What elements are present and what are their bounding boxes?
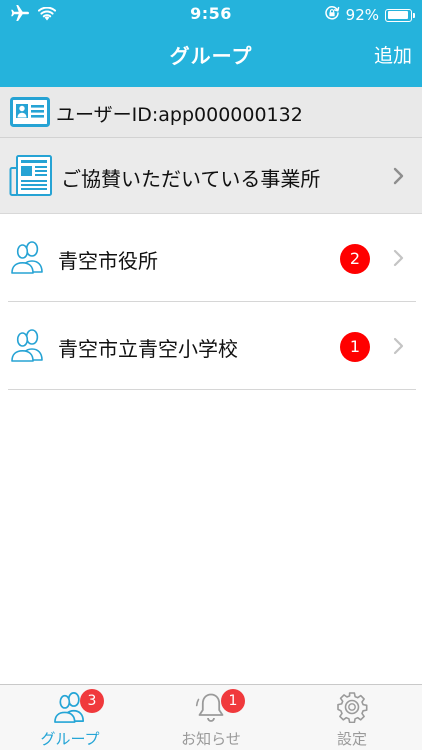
tab-label: 設定 xyxy=(336,730,367,748)
page-title: グループ xyxy=(169,44,253,68)
unread-badge: 2 xyxy=(340,244,370,274)
group-name: 青空市立青空小学校 xyxy=(58,337,238,361)
gear-icon xyxy=(336,691,368,727)
sponsor-row[interactable]: ご協賛いただいている事業所 xyxy=(0,138,422,214)
add-group-button[interactable]: 追加 xyxy=(374,41,412,68)
chevron-right-icon xyxy=(393,167,404,185)
chevron-right-icon xyxy=(393,337,404,355)
group-people-icon xyxy=(10,328,46,366)
chevron-right-icon xyxy=(393,249,404,267)
header: 9:56 92% グループ 追加 xyxy=(0,0,422,87)
sponsor-label: ご協賛いただいている事業所 xyxy=(61,167,321,191)
tab-notifications[interactable]: 1 お知らせ xyxy=(141,685,281,750)
tab-settings[interactable]: 設定 xyxy=(282,685,422,750)
unread-badge: 1 xyxy=(340,332,370,362)
user-id-label: ユーザーID:app000000132 xyxy=(56,104,303,126)
tab-bar: 3 グループ 1 お知らせ 設定 xyxy=(0,684,422,750)
battery-level xyxy=(387,11,408,19)
tab-group[interactable]: 3 グループ xyxy=(0,685,140,750)
orientation-lock-icon xyxy=(324,5,340,25)
battery-percent: 92% xyxy=(345,6,379,24)
tab-badge: 1 xyxy=(221,689,245,713)
tab-badge: 3 xyxy=(80,689,104,713)
id-card-icon xyxy=(10,97,50,131)
user-id-bar: ユーザーID:app000000132 xyxy=(0,87,422,138)
tab-label: グループ xyxy=(40,730,100,748)
battery-icon xyxy=(385,8,415,22)
status-bar: 9:56 92% xyxy=(0,0,422,30)
group-row[interactable]: 青空市立青空小学校 1 xyxy=(0,302,422,390)
tab-label: お知らせ xyxy=(181,730,241,748)
app-screen: 9:56 92% グループ 追加 ユーザーID:app000000132 ご協賛… xyxy=(0,0,422,750)
row-divider xyxy=(8,389,416,390)
newspaper-icon xyxy=(9,154,53,202)
group-people-icon xyxy=(10,240,46,278)
status-right: 92% xyxy=(324,5,415,25)
group-name: 青空市役所 xyxy=(58,249,158,273)
group-row[interactable]: 青空市役所 2 xyxy=(0,214,422,302)
